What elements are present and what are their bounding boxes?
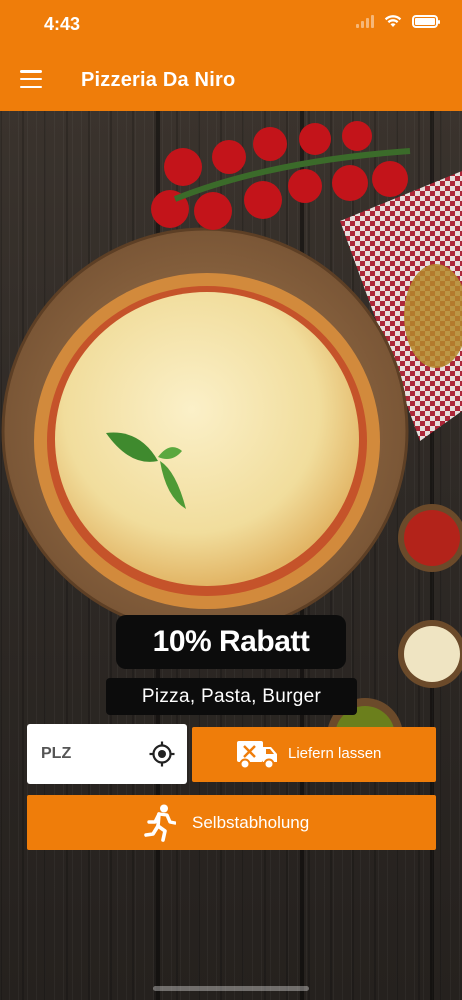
deliver-button-label: Liefern lassen [288, 745, 382, 762]
pizza-illustration [1, 121, 462, 774]
deliver-button[interactable]: Liefern lassen [192, 727, 436, 782]
running-person-icon [144, 804, 176, 842]
promo-badge: 10% Rabatt [116, 615, 346, 669]
crosshair-icon[interactable] [149, 741, 175, 767]
pickup-button-label: Selbstabholung [192, 813, 310, 832]
pickup-button[interactable]: Selbstabholung [27, 795, 436, 850]
cuisine-subtitle: Pizza, Pasta, Burger [106, 678, 357, 715]
signal-icon [356, 14, 374, 28]
home-indicator[interactable] [153, 986, 309, 991]
app-header: 4:43 Pizzeria Da Niro [0, 0, 462, 111]
hamburger-menu-icon[interactable] [20, 70, 42, 88]
battery-icon [412, 14, 440, 28]
delivery-truck-icon [237, 741, 277, 770]
hero-background-image [0, 111, 462, 1000]
plz-input[interactable] [41, 745, 141, 763]
plz-field [27, 724, 187, 784]
status-time: 4:43 [44, 14, 81, 34]
page-title: Pizzeria Da Niro [81, 69, 236, 91]
status-icons [356, 14, 440, 28]
status-bar: 4:43 [0, 0, 462, 50]
wifi-icon [384, 15, 402, 27]
